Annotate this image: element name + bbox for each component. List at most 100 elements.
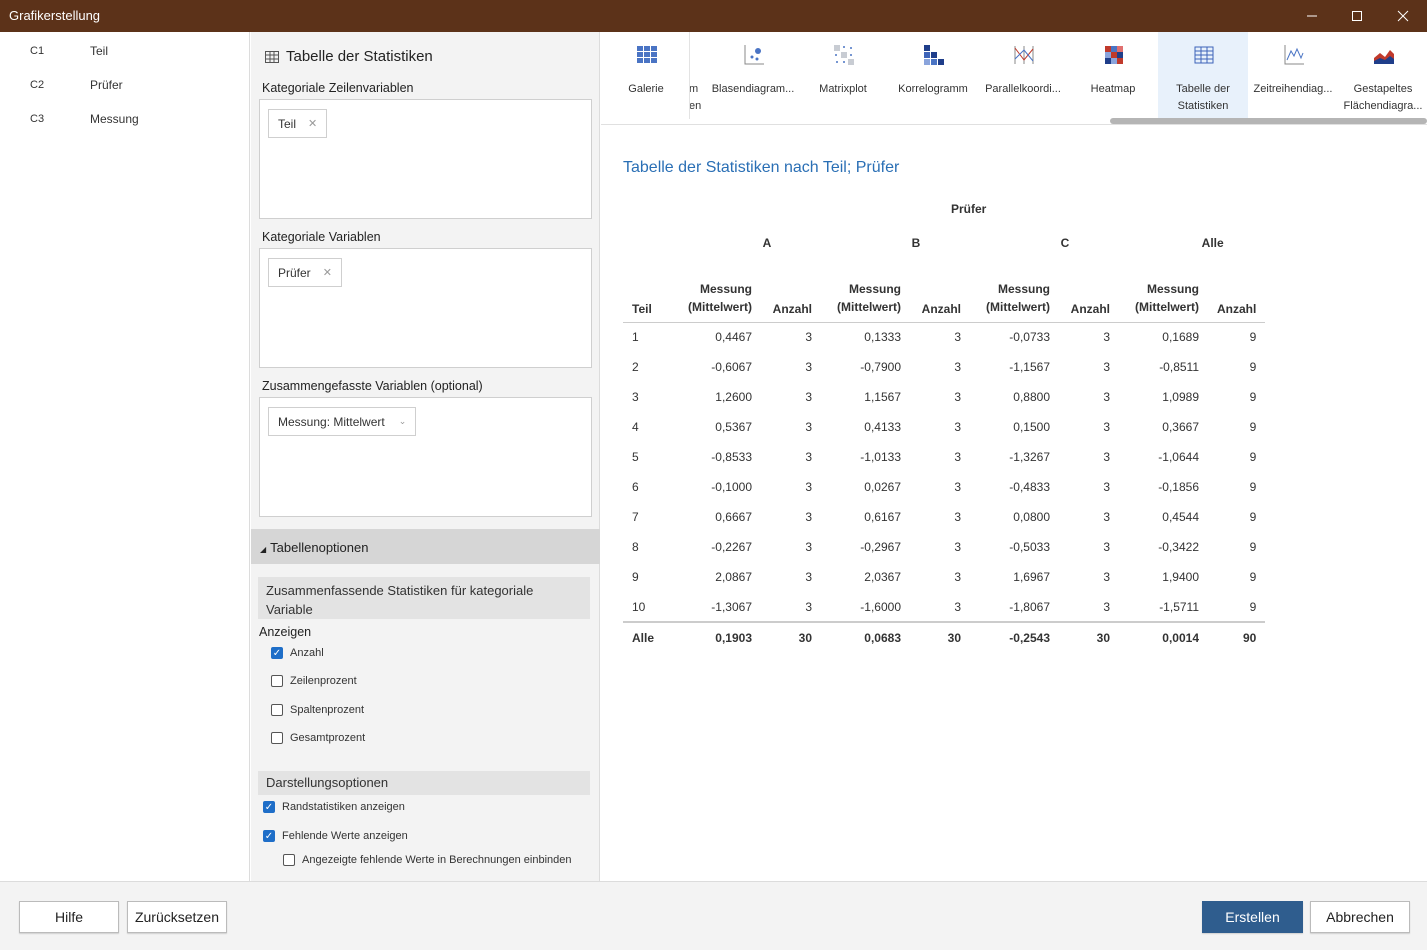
table-cell: 3 [805,480,812,494]
checkbox-unchecked-icon [283,854,295,866]
row-vars-field[interactable]: Teil ✕ [259,99,592,219]
cancel-button[interactable]: Abbrechen [1310,901,1410,933]
column-header-mean: Messung (Mittelwert) [672,262,761,322]
gallery-label: Heatmap [1090,83,1136,95]
column-header-mean-line1: Messung [848,281,901,296]
column-header-count: Anzahl [1217,301,1257,316]
table-cell: 9 [1249,330,1257,345]
group-name: B [911,236,921,250]
table-cell: 0,0683 [864,630,901,645]
table-cell: 1,0989 [1162,390,1199,404]
cat-var-chip[interactable]: Prüfer ✕ [268,258,342,287]
table-cell: 3 [1103,360,1110,374]
table-cell: 3 [805,360,812,374]
summary-vars-field[interactable]: Messung: Mittelwert ⌄ [259,397,592,517]
table-cell: 3 [1103,540,1110,554]
table-cell: -1,6000 [860,599,901,614]
checkbox-spaltenprozent[interactable]: Spaltenprozent [271,704,364,716]
table-cell: -0,6067 [711,360,752,374]
gallery-item-partial[interactable]: m en [690,32,706,119]
collapse-triangle-icon: ◢ [260,545,267,554]
column-header-mean-line2: (Mittelwert) [986,299,1050,314]
gallery-item-korrelogramm[interactable]: Korrelogramm [888,32,978,119]
variable-name: Teil [90,44,109,58]
close-button[interactable] [1380,0,1426,32]
close-icon [1397,10,1409,22]
table-cell: 2,0867 [715,570,752,584]
dialog-panel: Tabelle der Statistiken Kategoriale Zeil… [251,32,600,881]
table-options-section[interactable]: ◢ Tabellenoptionen [251,529,600,564]
gallery-item-matrixplot[interactable]: Matrixplot [798,32,888,119]
column-header-mean-line2: (Mittelwert) [688,299,752,314]
gallery-item-heatmap[interactable]: Heatmap [1068,32,1158,119]
column-header-count: Anzahl [1070,301,1110,316]
chip-label: Teil [278,116,297,131]
maximize-button[interactable] [1334,0,1380,32]
row-label: 2 [632,360,639,374]
table-cell: 9 [1249,599,1257,614]
checkbox-zeilenprozent[interactable]: Zeilenprozent [271,675,357,687]
table-cell: 3 [954,450,961,464]
table-cell: 1,9400 [1162,570,1199,584]
help-button[interactable]: Hilfe [19,901,119,933]
column-header-mean-line1: Messung [1146,281,1199,296]
column-header-count: Anzahl [921,301,961,316]
checkbox-randstatistiken[interactable]: ✓ Randstatistiken anzeigen [263,801,405,813]
table-cell: 30 [798,630,812,645]
gallery-item-stacked-area[interactable]: Gestapeltes Flächendiagra... [1338,32,1427,119]
chevron-down-icon[interactable]: ⌄ [399,416,407,427]
table-row: 3 1,2600 3 1,1567 3 0,8800 3 1,0989 9 [623,382,1265,412]
gallery-item-statistics-table[interactable]: Tabelle der Statistiken [1158,32,1248,119]
table-cell: -0,8511 [1159,360,1199,374]
table-cell: -0,8533 [711,450,752,464]
column-header-mean-line2: (Mittelwert) [837,299,901,314]
reset-button[interactable]: Zurücksetzen [127,901,227,933]
checkbox-anzahl[interactable]: ✓ Anzahl [271,647,324,659]
gallery-item-time-series[interactable]: Zeitreihendiag... [1248,32,1338,119]
remove-icon[interactable]: ✕ [308,117,317,130]
row-var-chip[interactable]: Teil ✕ [268,109,328,138]
variable-list: C1 Teil C2 Prüfer C3 Messung [0,32,250,881]
cat-vars-field[interactable]: Prüfer ✕ [259,248,592,368]
variable-item[interactable]: C1 Teil [0,42,250,62]
checkbox-label: Anzahl [290,647,324,659]
gallery-item-bubble[interactable]: Blasendiagram... [708,32,798,119]
table-cell: 3 [954,360,961,374]
checkbox-checked-icon: ✓ [271,647,283,659]
checkbox-fehlende-in-berechnungen[interactable]: Angezeigte fehlende Werte in Berechnunge… [283,854,572,866]
table-cell: 0,1903 [715,630,752,645]
gallery-scrollbar[interactable] [1110,118,1427,124]
table-cell: 0,0014 [1162,630,1199,645]
group-name: Alle [1201,236,1224,250]
minimize-button[interactable] [1289,0,1335,32]
checkbox-gesamtprozent[interactable]: Gesamtprozent [271,732,365,744]
table-cell: -0,0733 [1009,330,1050,345]
table-cell: 3 [954,540,961,554]
dialog-title: Tabelle der Statistiken [265,48,433,65]
table-cell: -0,2543 [1009,630,1050,645]
table-cell: 3 [1103,480,1110,494]
table-cell: -1,0133 [860,450,901,464]
checkbox-fehlende-werte[interactable]: ✓ Fehlende Werte anzeigen [263,830,408,842]
gallery-item-galerie[interactable]: Galerie [601,32,690,119]
heatmap-icon [1105,46,1123,64]
variable-item[interactable]: C2 Prüfer [0,76,250,96]
table-cell: 3 [1103,510,1110,524]
table-cell: 3 [805,450,812,464]
create-button[interactable]: Erstellen [1202,901,1303,933]
gallery-item-parallel[interactable]: Parallelkoordi... [978,32,1068,119]
column-header-count: Anzahl [772,301,812,316]
variable-item[interactable]: C3 Messung [0,110,250,130]
remove-icon[interactable]: ✕ [323,266,332,279]
table-cell: 9 [1249,450,1257,464]
summary-vars-label: Zusammengefasste Variablen (optional) [262,379,483,393]
table-cell: 0,0267 [864,480,901,494]
summary-stats-header: Zusammenfassende Statistiken für kategor… [258,577,590,619]
column-header-mean-line2: (Mittelwert) [1135,299,1199,314]
table-row: 6 -0,1000 3 0,0267 3 -0,4833 3 -0,1856 9 [623,472,1265,502]
table-cell: 0,4544 [1162,510,1199,524]
table-cell: 9 [1249,540,1257,554]
table-cell: -1,5711 [1159,599,1199,614]
summary-var-chip[interactable]: Messung: Mittelwert ⌄ [268,407,417,436]
table-cell: 0,3667 [1162,420,1199,434]
